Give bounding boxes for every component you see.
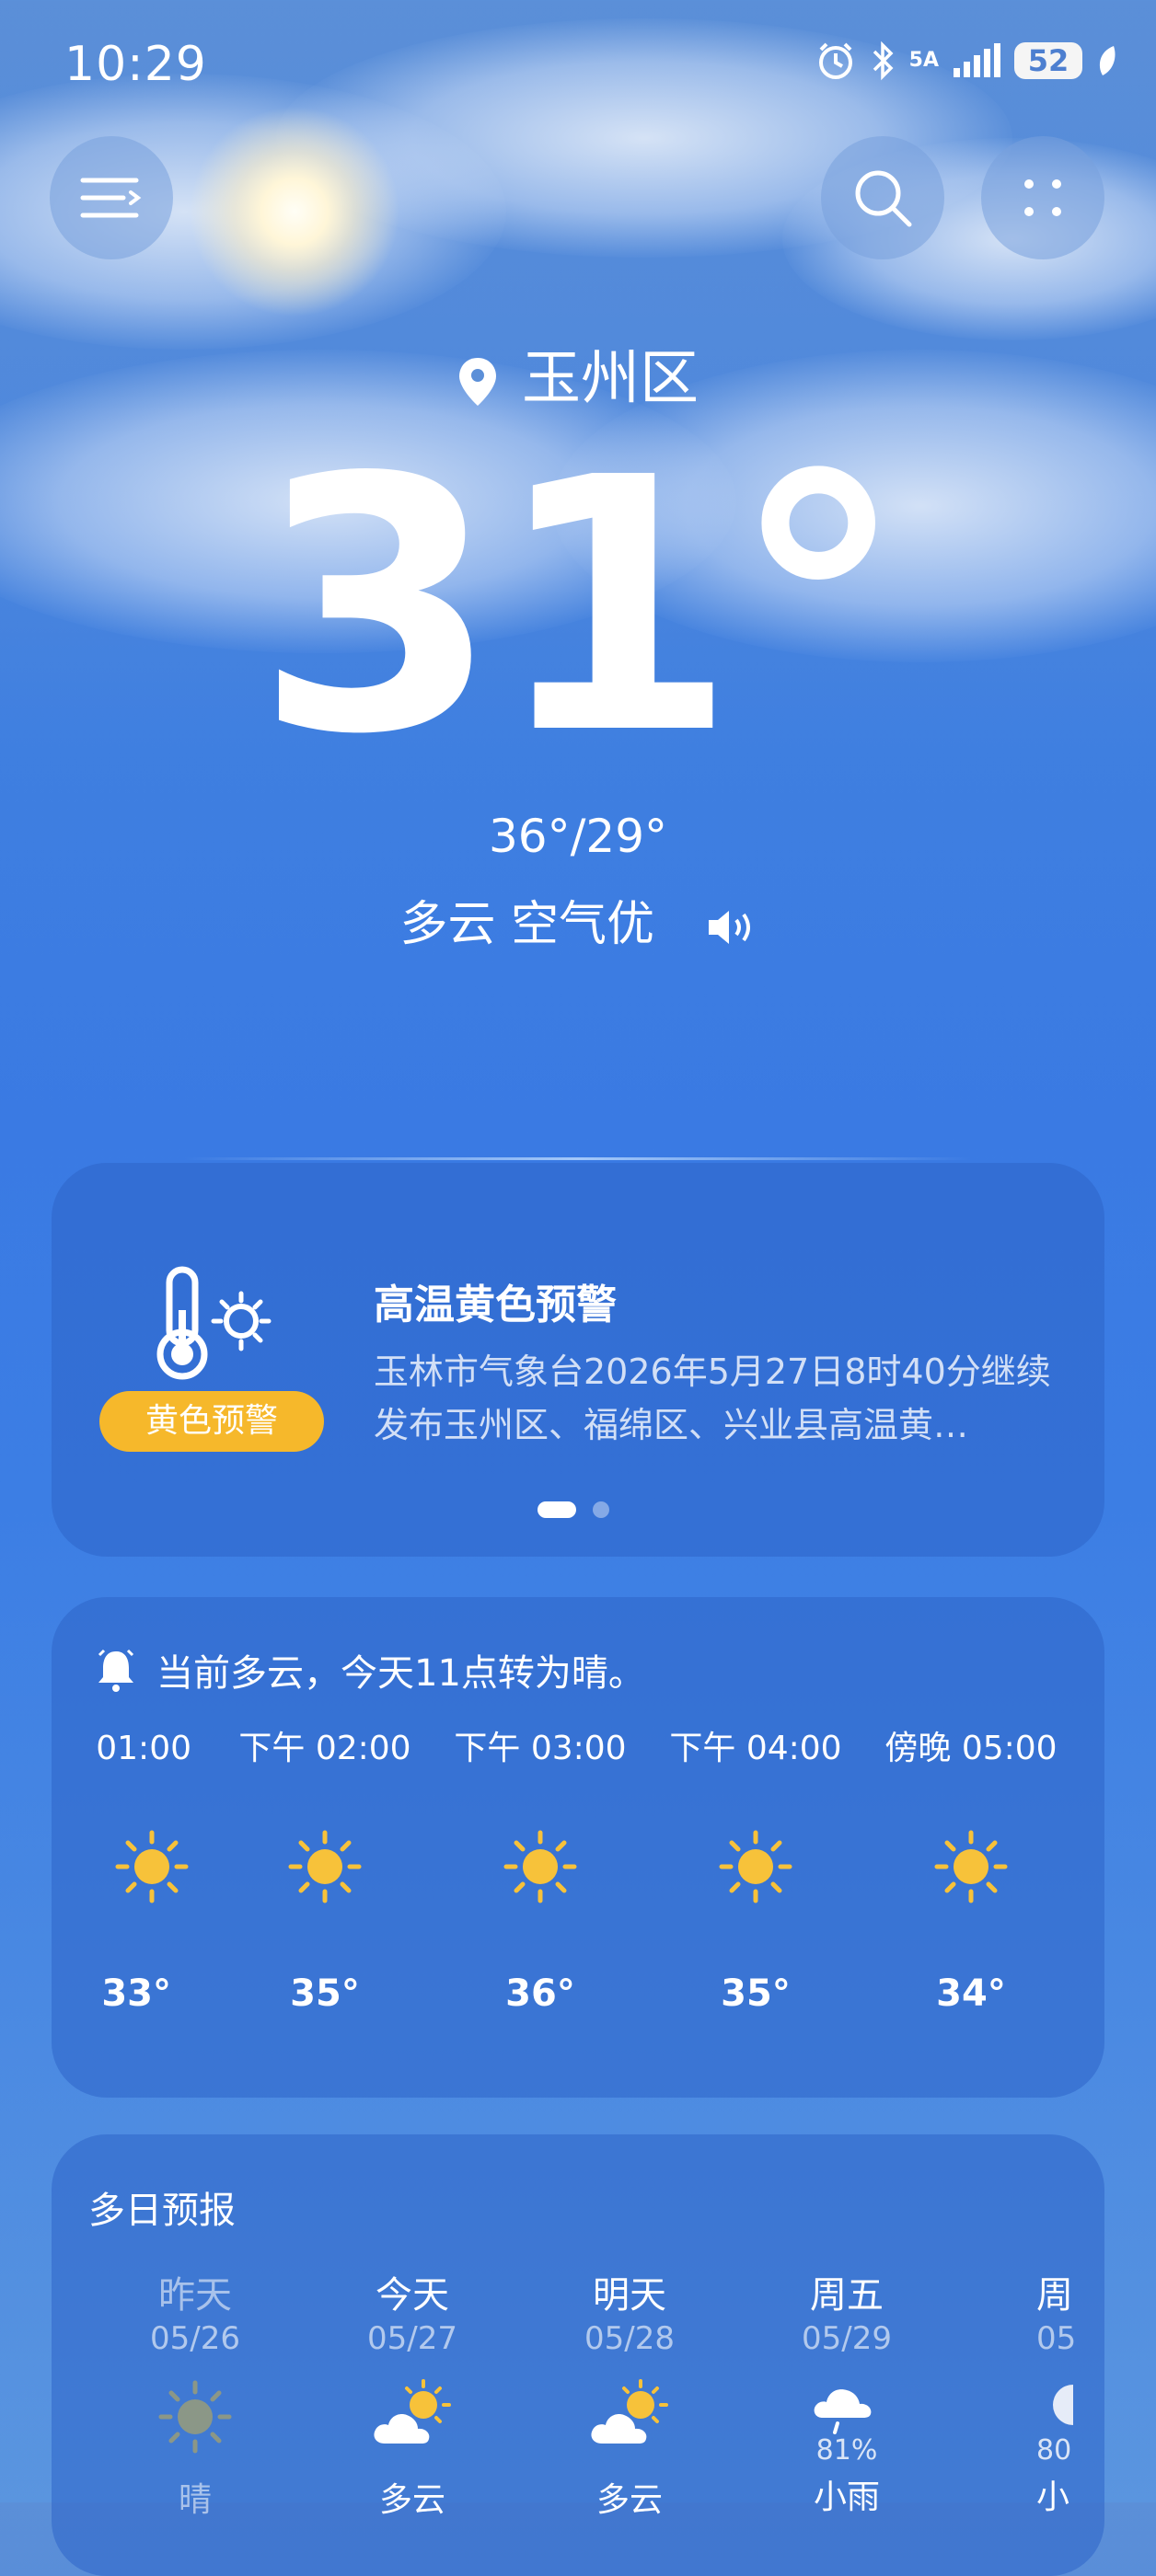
sun-icon — [934, 1830, 1008, 1903]
warning-text: 玉林市气象台2026年5月27日8时40分继续发布玉州区、福绵区、兴业县高温黄… — [374, 1351, 1051, 1445]
day-name: 周 — [1036, 2274, 1073, 2317]
day-item[interactable]: 周 05 80 小 — [972, 2272, 1104, 2518]
hour-item[interactable]: 01:00 33° — [52, 1726, 237, 2015]
rain-cloud-icon — [814, 2389, 872, 2434]
bell-icon — [98, 1649, 134, 1692]
leaf-icon — [1099, 46, 1116, 75]
hour-item[interactable]: 下午 03:00 36° — [433, 1726, 648, 2015]
hour-time: 傍晚 05:00 — [884, 1730, 1058, 1767]
day-name: 今天 — [376, 2274, 449, 2317]
alarm-icon — [818, 42, 852, 79]
status-time: 10:29 — [64, 37, 207, 92]
sun-icon — [158, 2380, 232, 2454]
day-name: 昨天 — [158, 2274, 232, 2317]
more-button[interactable] — [981, 136, 1104, 259]
day-weather: 多云 — [378, 2481, 445, 2519]
menu-button[interactable] — [50, 136, 173, 259]
high-low-temperature: 36°/29° — [488, 810, 668, 863]
day-date: 05/28 — [584, 2320, 675, 2357]
hour-time: 下午 02:00 — [238, 1730, 411, 1767]
hour-item[interactable]: 下午 04:00 35° — [648, 1726, 863, 2015]
bluetooth-icon — [873, 40, 894, 81]
network-type: 5A — [908, 49, 939, 72]
menu-icon — [80, 178, 142, 218]
status-icons: 5A 52 — [815, 40, 1119, 81]
day-date: 05/26 — [150, 2320, 240, 2357]
hourly-summary: 当前多云，今天11点转为晴。 — [96, 1643, 645, 1696]
warning-level-badge: 黄色预警 — [99, 1391, 324, 1452]
day-item[interactable]: 明天 05/28 多云 — [538, 2272, 722, 2521]
sun-icon — [719, 1830, 792, 1903]
grid-dots-icon — [1024, 179, 1061, 216]
hourly-forecast-card[interactable]: 当前多云，今天11点转为晴。 01:00 33° 下午 02:00 35° 下午… — [52, 1597, 1104, 2098]
hour-item[interactable]: 傍晚 05:00 34° — [863, 1726, 1079, 2015]
signal-icon — [954, 43, 1000, 77]
hour-temp: 35° — [721, 1972, 791, 2015]
hour-time: 01:00 — [96, 1730, 191, 1767]
day-name: 周五 — [810, 2274, 884, 2317]
search-icon — [855, 170, 912, 227]
day-date: 05/29 — [802, 2320, 892, 2357]
day-date: 05 — [1036, 2320, 1077, 2357]
rain-probability: 81% — [815, 2434, 878, 2467]
location-pin-icon — [459, 358, 496, 407]
warning-card[interactable]: 黄色预警 高温黄色预警 玉林市气象台2026年5月27日8时40分继续发布玉州区… — [52, 1163, 1104, 1557]
sun-icon — [503, 1830, 577, 1903]
day-weather: 小雨 — [813, 2478, 880, 2516]
carousel-indicator — [538, 1501, 609, 1518]
hour-temp: 36° — [505, 1972, 575, 2015]
warning-title: 高温黄色预警 — [374, 1282, 617, 1328]
current-temperature: 31° — [255, 403, 907, 811]
partly-cloudy-icon — [591, 2379, 668, 2444]
daily-forecast-card[interactable]: 多日预报 昨天 05/26 晴 今天 05/27 多云 明天 05/28 多云 … — [52, 2134, 1104, 2576]
sun-glow — [189, 106, 400, 317]
sun-icon — [288, 1830, 362, 1903]
thermometer-sun-icon — [156, 1266, 272, 1380]
partly-cloudy-icon — [374, 2379, 451, 2444]
hour-temp: 34° — [936, 1972, 1006, 2015]
hour-temp: 35° — [290, 1972, 360, 2015]
moon-icon — [1053, 2385, 1073, 2425]
day-name: 明天 — [593, 2274, 666, 2317]
day-item[interactable]: 昨天 05/26 晴 — [103, 2272, 287, 2521]
battery-indicator: 52 — [1014, 42, 1082, 79]
day-date: 05/27 — [367, 2320, 457, 2357]
hour-temp: 33° — [101, 1972, 171, 2015]
condition-line: 多云 空气优 — [0, 885, 1156, 954]
day-weather: 小 — [1036, 2478, 1070, 2516]
divider — [184, 1157, 972, 1160]
day-item[interactable]: 今天 05/27 多云 — [320, 2272, 504, 2521]
carousel-dot — [593, 1501, 609, 1518]
daily-forecast-title: 多日预报 — [88, 2190, 236, 2232]
speaker-icon[interactable] — [705, 907, 757, 948]
rain-probability: 80 — [1036, 2434, 1072, 2467]
hour-time: 下午 04:00 — [669, 1730, 842, 1767]
day-item[interactable]: 周五 05/29 81% 小雨 — [755, 2272, 939, 2518]
hour-time: 下午 03:00 — [454, 1730, 627, 1767]
hour-item[interactable]: 下午 02:00 35° — [217, 1726, 433, 2015]
day-weather: 多云 — [595, 2481, 663, 2519]
condition-text: 多云 空气优 — [399, 897, 654, 952]
sun-icon — [115, 1830, 189, 1903]
hourly-summary-text: 当前多云，今天11点转为晴。 — [156, 1652, 645, 1695]
search-button[interactable] — [821, 136, 944, 259]
carousel-dot-active — [538, 1501, 576, 1518]
day-weather: 晴 — [178, 2481, 212, 2519]
